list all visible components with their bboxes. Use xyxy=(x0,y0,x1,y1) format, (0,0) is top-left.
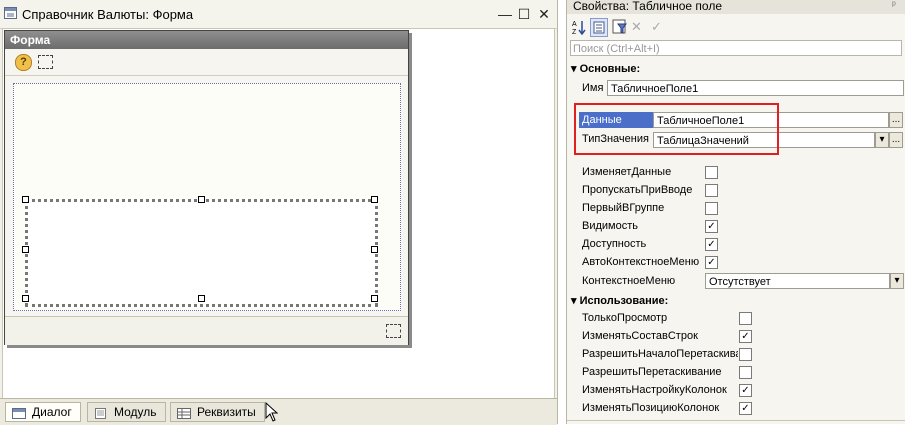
prop-allow-drag-label: РазрешитьПеретаскивание xyxy=(582,366,722,378)
svg-text:A: A xyxy=(572,21,577,28)
tab-dialog[interactable]: Диалог xyxy=(5,402,81,422)
section-main-arrow: ▾ xyxy=(571,63,577,75)
tab-attributes-label: Реквизиты xyxy=(197,405,256,419)
designer-tabs: Диалог Модуль Реквизиты xyxy=(0,398,557,425)
form-designer-window: Справочник Валюты: Форма — ☐ ✕ Форма ? Д… xyxy=(0,0,558,425)
form-window-icon xyxy=(4,7,17,19)
prop-change-row-set-checkbox[interactable]: ✓ xyxy=(739,330,752,343)
name-label: Имя xyxy=(582,82,604,94)
prop-change-column-settings-label: ИзменятьНастройкуКолонок xyxy=(582,384,727,396)
prop-first-in-group-label: ПервыйВГруппе xyxy=(582,202,665,214)
prop-allow-drag-checkbox[interactable] xyxy=(739,366,752,379)
prop-first-in-group-checkbox[interactable] xyxy=(705,202,718,215)
prop-enabled-checkbox[interactable]: ✓ xyxy=(705,238,718,251)
value-type-select-button[interactable]: ... xyxy=(889,132,903,148)
form-command-bar xyxy=(5,316,408,345)
context-menu-field[interactable]: Отсутствует xyxy=(705,273,890,289)
resize-handle-left[interactable] xyxy=(22,246,29,253)
form-caption: Форма xyxy=(10,33,51,47)
prop-change-column-position-checkbox[interactable]: ✓ xyxy=(739,402,752,415)
section-usage[interactable]: ▾ Использование: xyxy=(571,294,668,307)
prop-changes-data-label: ИзменяетДанные xyxy=(582,166,672,178)
resize-handle-bottom-left[interactable] xyxy=(22,295,29,302)
prop-change-row-set-label: ИзменятьСоставСтрок xyxy=(582,330,698,342)
attributes-icon xyxy=(177,406,191,419)
resize-handle-right[interactable] xyxy=(371,246,378,253)
context-menu-dropdown[interactable]: ▾ xyxy=(890,273,904,289)
help-icon[interactable]: ? xyxy=(15,54,32,71)
prop-auto-context-menu-checkbox[interactable]: ✓ xyxy=(705,256,718,269)
prop-allow-drag-start-label: РазрешитьНачалоПеретаскива xyxy=(582,348,738,360)
tab-module[interactable]: Модуль xyxy=(87,402,166,422)
prop-skip-on-input-checkbox[interactable] xyxy=(705,184,718,197)
section-usage-arrow: ▾ xyxy=(571,295,577,307)
maximize-button[interactable]: ☐ xyxy=(516,6,532,22)
module-icon xyxy=(94,406,108,419)
form-command-icon[interactable] xyxy=(38,55,53,69)
properties-panel: Свойства: Табличное поле ᵖ AZ ✕ ✓ Поиск … xyxy=(566,0,905,424)
form-caption-bar: Форма xyxy=(5,31,408,49)
designer-title-bar: Справочник Валюты: Форма — ☐ ✕ xyxy=(0,0,557,29)
resize-handle-bottom-right[interactable] xyxy=(371,295,378,302)
section-usage-label: Использование: xyxy=(579,295,669,307)
name-field[interactable]: ТабличноеПоле1 xyxy=(607,80,904,96)
value-type-dropdown[interactable]: ▾ xyxy=(875,132,889,148)
highlight-annotation-box xyxy=(574,103,779,155)
prop-allow-drag-start-checkbox[interactable] xyxy=(739,348,752,361)
prop-changes-data-checkbox[interactable] xyxy=(705,166,718,179)
properties-toolbar: AZ ✕ ✓ xyxy=(567,15,905,39)
command-bar-icon[interactable] xyxy=(386,324,401,338)
prop-read-only-label: ТолькоПросмотр xyxy=(582,312,668,324)
table-field-control[interactable] xyxy=(25,199,378,307)
tab-attributes[interactable]: Реквизиты xyxy=(170,402,265,422)
pin-icon[interactable]: ᵖ xyxy=(892,0,896,11)
resize-handle-top-right[interactable] xyxy=(371,196,378,203)
apply-icon[interactable]: ✓ xyxy=(651,19,662,35)
resize-handle-top-left[interactable] xyxy=(22,196,29,203)
prop-change-column-settings-checkbox[interactable]: ✓ xyxy=(739,384,752,397)
form-frame: Форма ? xyxy=(4,30,409,345)
properties-search-input[interactable]: Поиск (Ctrl+Alt+I) xyxy=(570,40,902,56)
tab-dialog-label: Диалог xyxy=(32,405,72,419)
dialog-icon xyxy=(12,406,26,419)
mouse-cursor-icon xyxy=(265,401,279,425)
tab-module-label: Модуль xyxy=(114,405,157,419)
section-main[interactable]: ▾ Основные: xyxy=(571,62,640,75)
categorized-view-icon[interactable] xyxy=(590,18,608,37)
prop-skip-on-input-label: ПропускатьПриВводе xyxy=(582,184,693,196)
close-button[interactable]: ✕ xyxy=(536,6,552,22)
designer-title: Справочник Валюты: Форма xyxy=(22,7,194,22)
properties-title: Свойства: Табличное поле xyxy=(573,0,723,13)
properties-next-row xyxy=(567,420,905,425)
resize-handle-top[interactable] xyxy=(198,196,205,203)
sort-alphabetical-icon[interactable]: AZ xyxy=(572,19,586,38)
minimize-button[interactable]: — xyxy=(497,6,513,22)
context-menu-label: КонтекстноеМеню xyxy=(582,275,676,287)
prop-read-only-checkbox[interactable] xyxy=(739,312,752,325)
form-toolbar-divider xyxy=(5,75,408,76)
prop-auto-context-menu-label: АвтоКонтекстноеМеню xyxy=(582,256,700,268)
cancel-icon[interactable]: ✕ xyxy=(631,19,642,35)
section-main-label: Основные: xyxy=(579,63,641,75)
resize-handle-bottom[interactable] xyxy=(198,295,205,302)
prop-change-column-position-label: ИзменятьПозициюКолонок xyxy=(582,402,720,414)
prop-enabled-label: Доступность xyxy=(582,238,647,250)
prop-visibility-checkbox[interactable]: ✓ xyxy=(705,220,718,233)
svg-text:Z: Z xyxy=(572,29,577,35)
prop-visibility-label: Видимость xyxy=(582,220,638,232)
filter-icon[interactable] xyxy=(612,19,628,38)
properties-title-bar: Свойства: Табличное поле ᵖ xyxy=(567,0,905,14)
data-select-button[interactable]: ... xyxy=(889,112,903,128)
